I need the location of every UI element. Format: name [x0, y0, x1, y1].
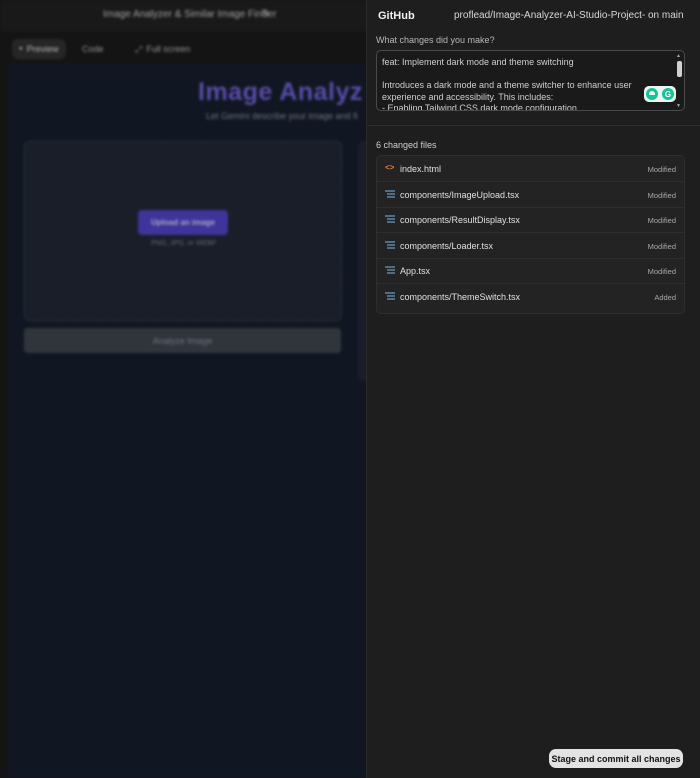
panel-title: GitHub [378, 10, 415, 22]
fullscreen-label: Full screen [146, 44, 191, 54]
grammarly-widget[interactable]: G [644, 86, 676, 102]
scrollbar-thumb[interactable] [677, 61, 682, 77]
file-name: components/ThemeSwitch.tsx [400, 292, 521, 302]
formats-hint: PNG, JPG, or WEBP [151, 240, 217, 247]
expand-icon: ⤢ [135, 43, 143, 54]
file-row[interactable]: App.tsx Modified [377, 258, 684, 285]
file-status: Modified [647, 216, 676, 226]
commit-message-text[interactable]: feat: Implement dark mode and theme swit… [382, 57, 642, 110]
file-lines-icon [385, 214, 395, 224]
preview-dot-icon: ● [19, 46, 23, 52]
message-scrollbar[interactable] [677, 55, 682, 105]
analyze-image-button[interactable]: Analyze Image [24, 328, 341, 353]
file-row[interactable]: components/ImageUpload.tsx Modified [377, 182, 684, 208]
file-row[interactable]: components/ResultDisplay.tsx Modified [377, 207, 684, 234]
preview-heading: Image Analyz [198, 78, 363, 106]
changed-files-heading: 6 changed files [376, 140, 437, 150]
view-toolbar: ● Preview Code ⤢ Full screen [0, 36, 370, 62]
stage-and-commit-button[interactable]: Stage and commit all changes [549, 749, 683, 768]
file-name: components/ImageUpload.tsx [400, 189, 520, 200]
tab-preview-label: Preview [26, 44, 59, 54]
file-lines-icon [385, 291, 395, 301]
commit-message-label: What changes did you make? [376, 35, 495, 45]
repo-branch-label: proflead/Image-Analyzer-AI-Studio-Projec… [454, 10, 684, 21]
section-divider [367, 125, 700, 126]
tab-code-label: Code [82, 44, 104, 54]
file-name: components/Loader.tsx [400, 240, 494, 251]
scroll-up-arrow-icon[interactable]: ▲ [676, 53, 681, 59]
preview-subheading: Let Gemini describe your image and fi [206, 111, 358, 121]
file-status: Modified [647, 190, 676, 200]
file-name: App.tsx [400, 266, 431, 277]
file-status: Modified [647, 165, 676, 174]
grammarly-g-icon: G [662, 88, 674, 100]
file-row[interactable]: components/ThemeSwitch.tsx Added [377, 284, 684, 309]
github-panel: GitHub proflead/Image-Analyzer-AI-Studio… [366, 0, 700, 778]
file-status: Modified [647, 267, 676, 277]
file-lines-icon [385, 265, 395, 275]
file-lines-icon [385, 240, 395, 250]
file-row[interactable]: <> index.html Modified [377, 156, 684, 182]
upload-image-button[interactable]: Upload an image [138, 210, 228, 235]
file-name: components/ResultDisplay.tsx [400, 215, 520, 226]
edit-pencil-icon[interactable]: ✎ [261, 7, 270, 20]
scroll-down-arrow-icon[interactable]: ▼ [676, 103, 681, 109]
tab-code[interactable]: Code [75, 39, 111, 59]
file-name: index.html [400, 164, 442, 174]
file-status: Added [654, 293, 676, 302]
commit-message-input[interactable]: feat: Implement dark mode and theme swit… [376, 50, 685, 111]
fullscreen-button[interactable]: ⤢ Full screen [128, 39, 197, 59]
tab-preview[interactable]: ● Preview [12, 39, 66, 59]
file-lines-icon [385, 189, 395, 199]
file-status: Modified [647, 241, 676, 251]
app-title: Image Analyzer & Similar Image Finder [103, 9, 277, 20]
grammarly-assistant-icon [646, 88, 658, 100]
file-row[interactable]: components/Loader.tsx Modified [377, 233, 684, 259]
code-icon: <> [385, 163, 395, 172]
changed-files-list: <> index.html Modified components/ImageU… [376, 155, 685, 314]
